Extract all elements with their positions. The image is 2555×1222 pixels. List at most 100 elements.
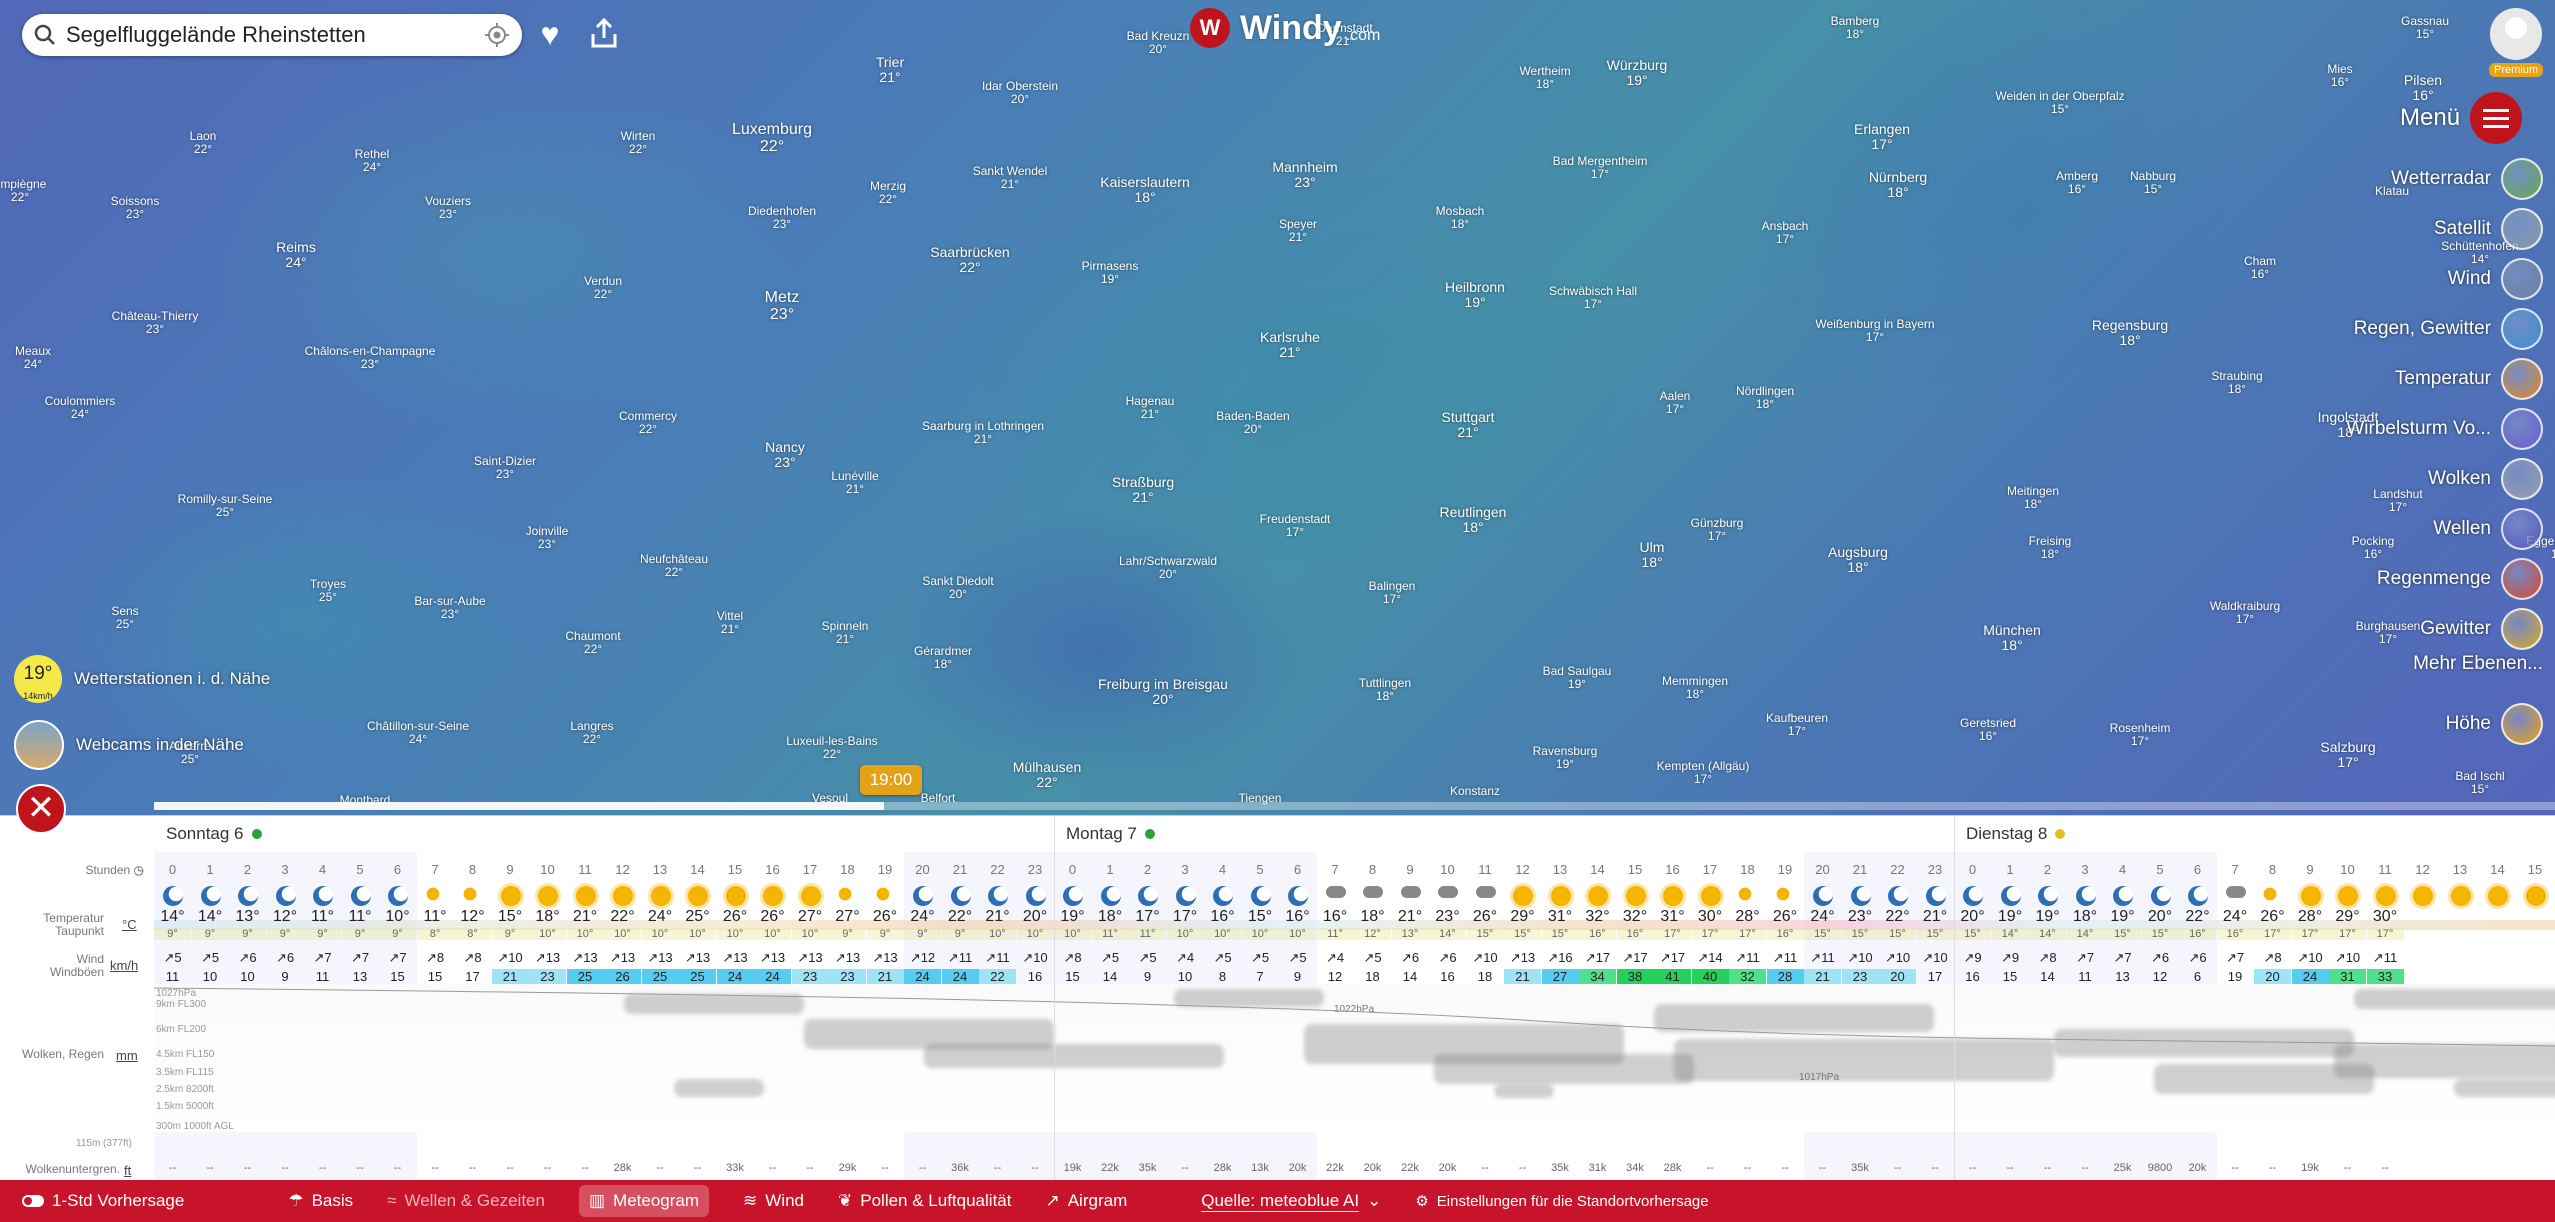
city-name: Memmingen <box>1661 674 1729 688</box>
city-label: Geretsried 16° <box>1960 717 2016 742</box>
layer-icon <box>2501 458 2543 500</box>
layer-item[interactable]: Regenmenge <box>2377 558 2543 600</box>
layer-item[interactable]: Temperatur <box>2395 358 2543 400</box>
search-box[interactable]: Segelfluggelände Rheinstetten <box>22 14 522 56</box>
layer-item[interactable]: Wolken <box>2428 458 2543 500</box>
layer-item[interactable]: Wetterradar <box>2391 158 2543 200</box>
moon-icon <box>1025 886 1046 906</box>
city-temp: 15° <box>2415 26 2435 41</box>
windy-logo[interactable]: W Windy .com <box>1190 8 1380 48</box>
hourly-forecast-toggle[interactable]: 1-Std Vorhersage <box>22 1191 184 1211</box>
tab-pollen[interactable]: ❦ Pollen & Luftqualität <box>838 1191 1011 1211</box>
city-name: Ravensburg <box>1532 744 1598 758</box>
city-label: Pocking 16° <box>2352 535 2395 560</box>
cloudbase-cell: 34k <box>1626 1162 1644 1174</box>
cloudbase-cell: -- <box>356 1162 364 1174</box>
timeline-current-time[interactable]: 19:00 <box>860 765 922 795</box>
gust-cell: 9 <box>1143 969 1152 984</box>
locate-icon[interactable] <box>484 22 510 48</box>
city-temp: 17° <box>2388 499 2408 514</box>
city-name: Merzig <box>869 179 907 193</box>
city-label: Vouziers 23° <box>425 195 471 220</box>
layer-item[interactable]: Mehr Ebenen... <box>2413 653 2543 675</box>
hour-cell: 7 <box>431 862 439 877</box>
premium-badge: Premium <box>2488 63 2543 77</box>
gust-cell: 11 <box>165 969 180 984</box>
tab-waves[interactable]: ≈ Wellen & Gezeiten <box>387 1191 545 1211</box>
city-temp: 20° <box>1243 421 1263 436</box>
tab-airgram[interactable]: ↗ Airgram <box>1045 1191 1127 1211</box>
temp-cell: 26° <box>872 908 898 925</box>
tab-wind[interactable]: ≋ Wind <box>743 1191 804 1211</box>
cloud-icon <box>1438 886 1458 898</box>
gust-cell: 21 <box>491 969 529 984</box>
dewpoint-cell: 10° <box>979 928 1016 940</box>
layer-item[interactable]: Höhe <box>2446 703 2543 745</box>
gust-cell: 24 <box>754 969 791 984</box>
city-name: Saarbrücken <box>930 244 1010 260</box>
city-name: Pirmasens <box>1081 259 1139 273</box>
city-temp: 15° <box>2143 181 2163 196</box>
source-selector[interactable]: Quelle: meteoblue AI ⌄ <box>1201 1191 1381 1212</box>
temp-unit[interactable]: °C <box>122 917 137 932</box>
user-avatar[interactable]: Premium <box>2488 8 2544 77</box>
layer-item[interactable]: Wellen <box>2433 508 2543 550</box>
temp-cell: 26° <box>760 908 785 925</box>
city-temp: 20° <box>1010 91 1030 106</box>
city-label: Joinville 23° <box>526 525 569 550</box>
tab-basis[interactable]: ☂ Basis <box>288 1191 353 1211</box>
dewpoint-cell: 17° <box>2366 928 2404 940</box>
city-name: Mannheim <box>1272 159 1338 175</box>
temp-cell: 22° <box>1885 908 1910 925</box>
cloudbase-cell: 20k <box>1363 1162 1382 1174</box>
gust-cell: 17 <box>465 969 480 984</box>
forecast-settings[interactable]: ⚙ Einstellungen für die Standortvorhersag… <box>1415 1192 1708 1211</box>
cloudbase-unit[interactable]: ft <box>124 1163 131 1178</box>
menu-toggle[interactable]: Menü <box>2400 92 2523 144</box>
source-label: Quelle: meteoblue AI <box>1201 1190 1360 1212</box>
layer-item[interactable]: Satellit <box>2434 208 2543 250</box>
weather-stations-nearby[interactable]: 19° 14km/h Wetterstationen i. d. Nähe <box>14 655 270 703</box>
close-detail-button[interactable]: ✕ <box>16 784 66 834</box>
favorite-heart-icon[interactable]: ♥ <box>532 16 568 52</box>
city-temp: 17° <box>1590 166 1610 181</box>
weather-map[interactable]: Trier 21° Bad Kreuzn 20° Darmstadt 21° Werthei… <box>0 0 2555 815</box>
moon-icon <box>1888 886 1908 906</box>
layer-item[interactable]: Wind <box>2448 258 2543 300</box>
webcams-nearby[interactable]: Webcams in der Nähe <box>14 720 244 770</box>
city-temp: 21° <box>1000 176 1020 191</box>
cloudbase-cell: -- <box>806 1162 814 1174</box>
cloud-icon <box>1325 886 1346 898</box>
city-name: Freiburg im Breisgau <box>1098 676 1228 692</box>
city-temp: 16° <box>2067 181 2087 196</box>
city-name: Bad Mergentheim <box>1552 154 1648 168</box>
city-temp: 22° <box>628 141 648 156</box>
sun-icon <box>1588 886 1608 906</box>
wind-cell: ↗10 <box>1847 950 1873 965</box>
layer-item[interactable]: Regen, Gewitter <box>2354 308 2543 350</box>
city-temp: 23° <box>438 206 458 221</box>
layer-item[interactable]: Gewitter <box>2420 608 2543 650</box>
city-temp: 21° <box>845 481 865 496</box>
airgram-icon: ↗ <box>1045 1191 1060 1210</box>
city-label: Waldkraiburg 17° <box>2210 600 2280 625</box>
altitude-label: 3.5km FL115 <box>156 1067 214 1078</box>
wind-cell: ↗6 <box>1438 950 1457 965</box>
clouds-unit[interactable]: mm <box>116 1048 138 1063</box>
timeline-bar[interactable] <box>154 802 2555 810</box>
share-icon[interactable] <box>586 16 622 52</box>
city-label: Ulm 18° <box>1640 540 1665 569</box>
tab-meteogram[interactable]: ▥ Meteogram <box>578 1185 710 1217</box>
wind-cell: ↗11 <box>947 950 973 965</box>
day-separator <box>1054 816 1055 1181</box>
wind-cell: ↗13 <box>872 950 898 965</box>
city-temp: 18° <box>2119 331 2141 348</box>
gust-cell: 18 <box>1365 969 1380 984</box>
layer-item[interactable]: Wirbelsturm Vo... <box>2346 408 2543 450</box>
wind-unit[interactable]: km/h <box>110 958 138 973</box>
hour-cell: 21 <box>952 862 968 877</box>
layer-label: Wind <box>2447 268 2491 289</box>
search-input[interactable]: Segelfluggelände Rheinstetten <box>66 22 484 48</box>
city-temp: 22° <box>959 258 981 275</box>
city-label: Memmingen 18° <box>1662 675 1728 700</box>
